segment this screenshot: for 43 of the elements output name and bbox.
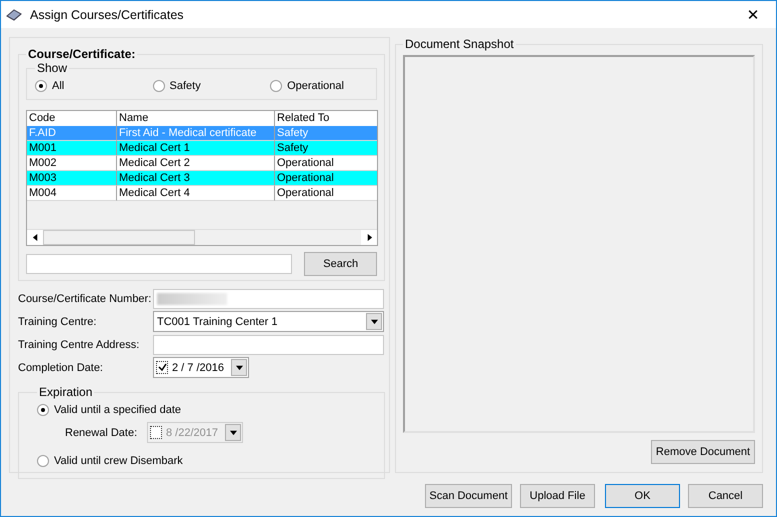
search-button[interactable]: Search [304, 252, 377, 276]
dialog-button[interactable]: Scan Document [425, 484, 512, 508]
scroll-left-icon [32, 234, 38, 241]
filter-radio[interactable]: Operational [270, 75, 368, 97]
group-title: Document Snapshot [404, 37, 515, 51]
dialog-button[interactable]: OK [605, 484, 680, 508]
group-title: Show [36, 61, 68, 75]
table-row[interactable]: M001 Medical Cert 1 Safety [27, 141, 377, 156]
filter-radio[interactable]: All [35, 75, 153, 97]
dropdown-arrow-icon [230, 429, 236, 436]
field-label: Renewal Date: [65, 426, 138, 438]
remove-document-button[interactable]: Remove Document [651, 440, 755, 464]
redaction-mark [157, 292, 227, 304]
table-row[interactable]: M004 Medical Cert 4 Operational [27, 186, 377, 201]
field-label: Training Centre Address: [18, 338, 140, 350]
dropdown-arrow-icon [236, 364, 242, 371]
horizontal-scrollbar[interactable] [27, 229, 377, 245]
field-label: Training Centre: [18, 316, 98, 328]
table-row[interactable]: M002 Medical Cert 2 Operational [27, 156, 377, 171]
field-label: Completion Date: [18, 362, 104, 374]
filter-radio[interactable]: Safety [152, 75, 270, 97]
scroll-right-icon [366, 234, 372, 241]
field-label: Course/Certificate Number: [18, 292, 152, 304]
table-row[interactable]: M003 Medical Cert 3 Operational [27, 171, 377, 186]
group-title: Course/Certificate: [27, 47, 136, 61]
group-title: Expiration [38, 385, 94, 399]
window-title: Assign Courses/Certificates [30, 8, 185, 22]
address-field[interactable] [153, 334, 384, 354]
dialog-button[interactable]: Cancel [688, 484, 763, 508]
checkmark-icon [158, 363, 166, 372]
close-button[interactable]: ✕ [730, 1, 776, 28]
training-centre-dropdown[interactable]: TC001 Training Center 1 [153, 311, 384, 332]
search-field[interactable] [26, 254, 292, 274]
expiration-radio[interactable]: Valid until crew Disembark [37, 450, 287, 472]
table-cell: Medical Cert 4 [117, 186, 275, 201]
table-cell: Operational [275, 186, 377, 201]
expiration-radio[interactable]: Valid until a specified date [37, 399, 287, 421]
book-icon [6, 8, 22, 20]
completion-date-picker[interactable]: 2 / 7 /2016 [153, 357, 249, 378]
certificate-number-field[interactable] [153, 288, 384, 308]
dropdown-arrow-icon [370, 318, 378, 325]
dialog-button[interactable]: Upload File [520, 484, 595, 508]
table-cell: M004 [27, 186, 117, 201]
